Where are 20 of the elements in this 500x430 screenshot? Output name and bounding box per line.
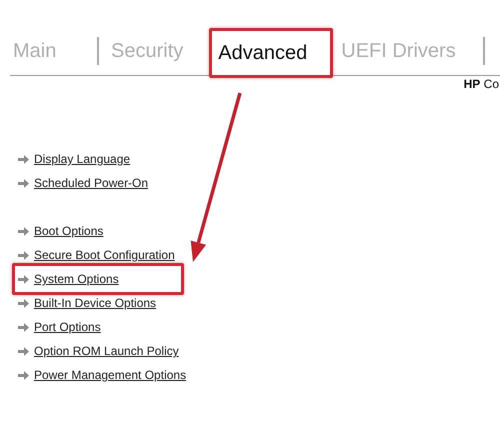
arrow-right-icon <box>18 274 29 284</box>
menu-link[interactable]: Port Options <box>34 320 101 334</box>
menu-link[interactable]: System Options <box>34 272 119 286</box>
menu-link[interactable]: Built-In Device Options <box>34 296 156 310</box>
menu-link[interactable]: Boot Options <box>34 224 104 238</box>
arrow-right-icon <box>18 370 29 380</box>
menu-link[interactable]: Option ROM Launch Policy <box>34 344 179 358</box>
tab[interactable]: Advanced <box>209 28 334 78</box>
product-name: HP Co <box>464 77 499 91</box>
arrow-right-icon <box>18 154 29 164</box>
arrow-right-icon <box>18 226 29 236</box>
menu-link[interactable]: Power Management Options <box>34 368 186 382</box>
arrow-right-icon <box>18 346 29 356</box>
arrow-right-icon <box>18 250 29 260</box>
arrow-right-icon <box>18 178 29 188</box>
arrow-right-icon <box>18 322 29 332</box>
menu-link[interactable]: Scheduled Power-On <box>34 176 148 190</box>
arrow-right-icon <box>18 298 29 308</box>
menu-link[interactable]: Secure Boot Configuration <box>34 248 175 262</box>
menu-link[interactable]: Display Language <box>34 152 130 166</box>
